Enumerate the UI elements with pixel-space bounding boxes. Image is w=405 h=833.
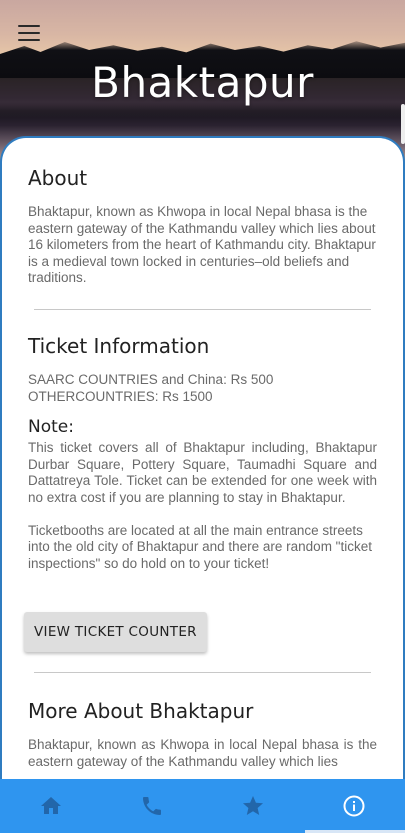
ticket-prices: SAARC COUNTRIES and China: Rs 500 OTHERC…: [28, 372, 377, 405]
about-text: Bhaktapur, known as Khwopa in local Nepa…: [28, 204, 376, 286]
note-text: This ticket covers all of Bhaktapur incl…: [28, 440, 377, 505]
price-other: OTHERCOUNTRIES: Rs 1500: [28, 388, 213, 404]
view-ticket-counter-button[interactable]: VIEW TICKET COUNTER: [24, 612, 207, 653]
divider: [34, 672, 371, 674]
phone-icon: [142, 797, 161, 815]
price-saarc: SAARC COUNTRIES and China: Rs 500: [28, 371, 274, 387]
star-icon: [243, 796, 264, 815]
bottom-navigation: [0, 779, 405, 833]
ticketbooths-text: Ticketbooths are located at all the main…: [28, 522, 372, 571]
page-title: Bhaktapur: [91, 58, 314, 107]
nav-info[interactable]: [304, 779, 405, 833]
ticket-heading: Ticket Information: [28, 333, 210, 358]
content-card[interactable]: About Bhaktapur, known as Khwopa in loca…: [0, 136, 405, 780]
home-icon: [40, 797, 61, 814]
menu-icon[interactable]: [18, 25, 40, 41]
edge-handle[interactable]: [401, 104, 405, 144]
more-about-text: Bhaktapur, known as Khwopa in local Nepa…: [28, 737, 377, 769]
nav-home[interactable]: [0, 779, 101, 833]
about-heading: About: [28, 166, 88, 190]
more-about-heading: More About Bhaktapur: [28, 699, 254, 724]
info-icon: [343, 795, 365, 817]
nav-phone[interactable]: [101, 779, 202, 833]
note-heading: Note:: [28, 417, 74, 438]
divider: [34, 308, 371, 310]
nav-favorites[interactable]: [203, 779, 304, 833]
